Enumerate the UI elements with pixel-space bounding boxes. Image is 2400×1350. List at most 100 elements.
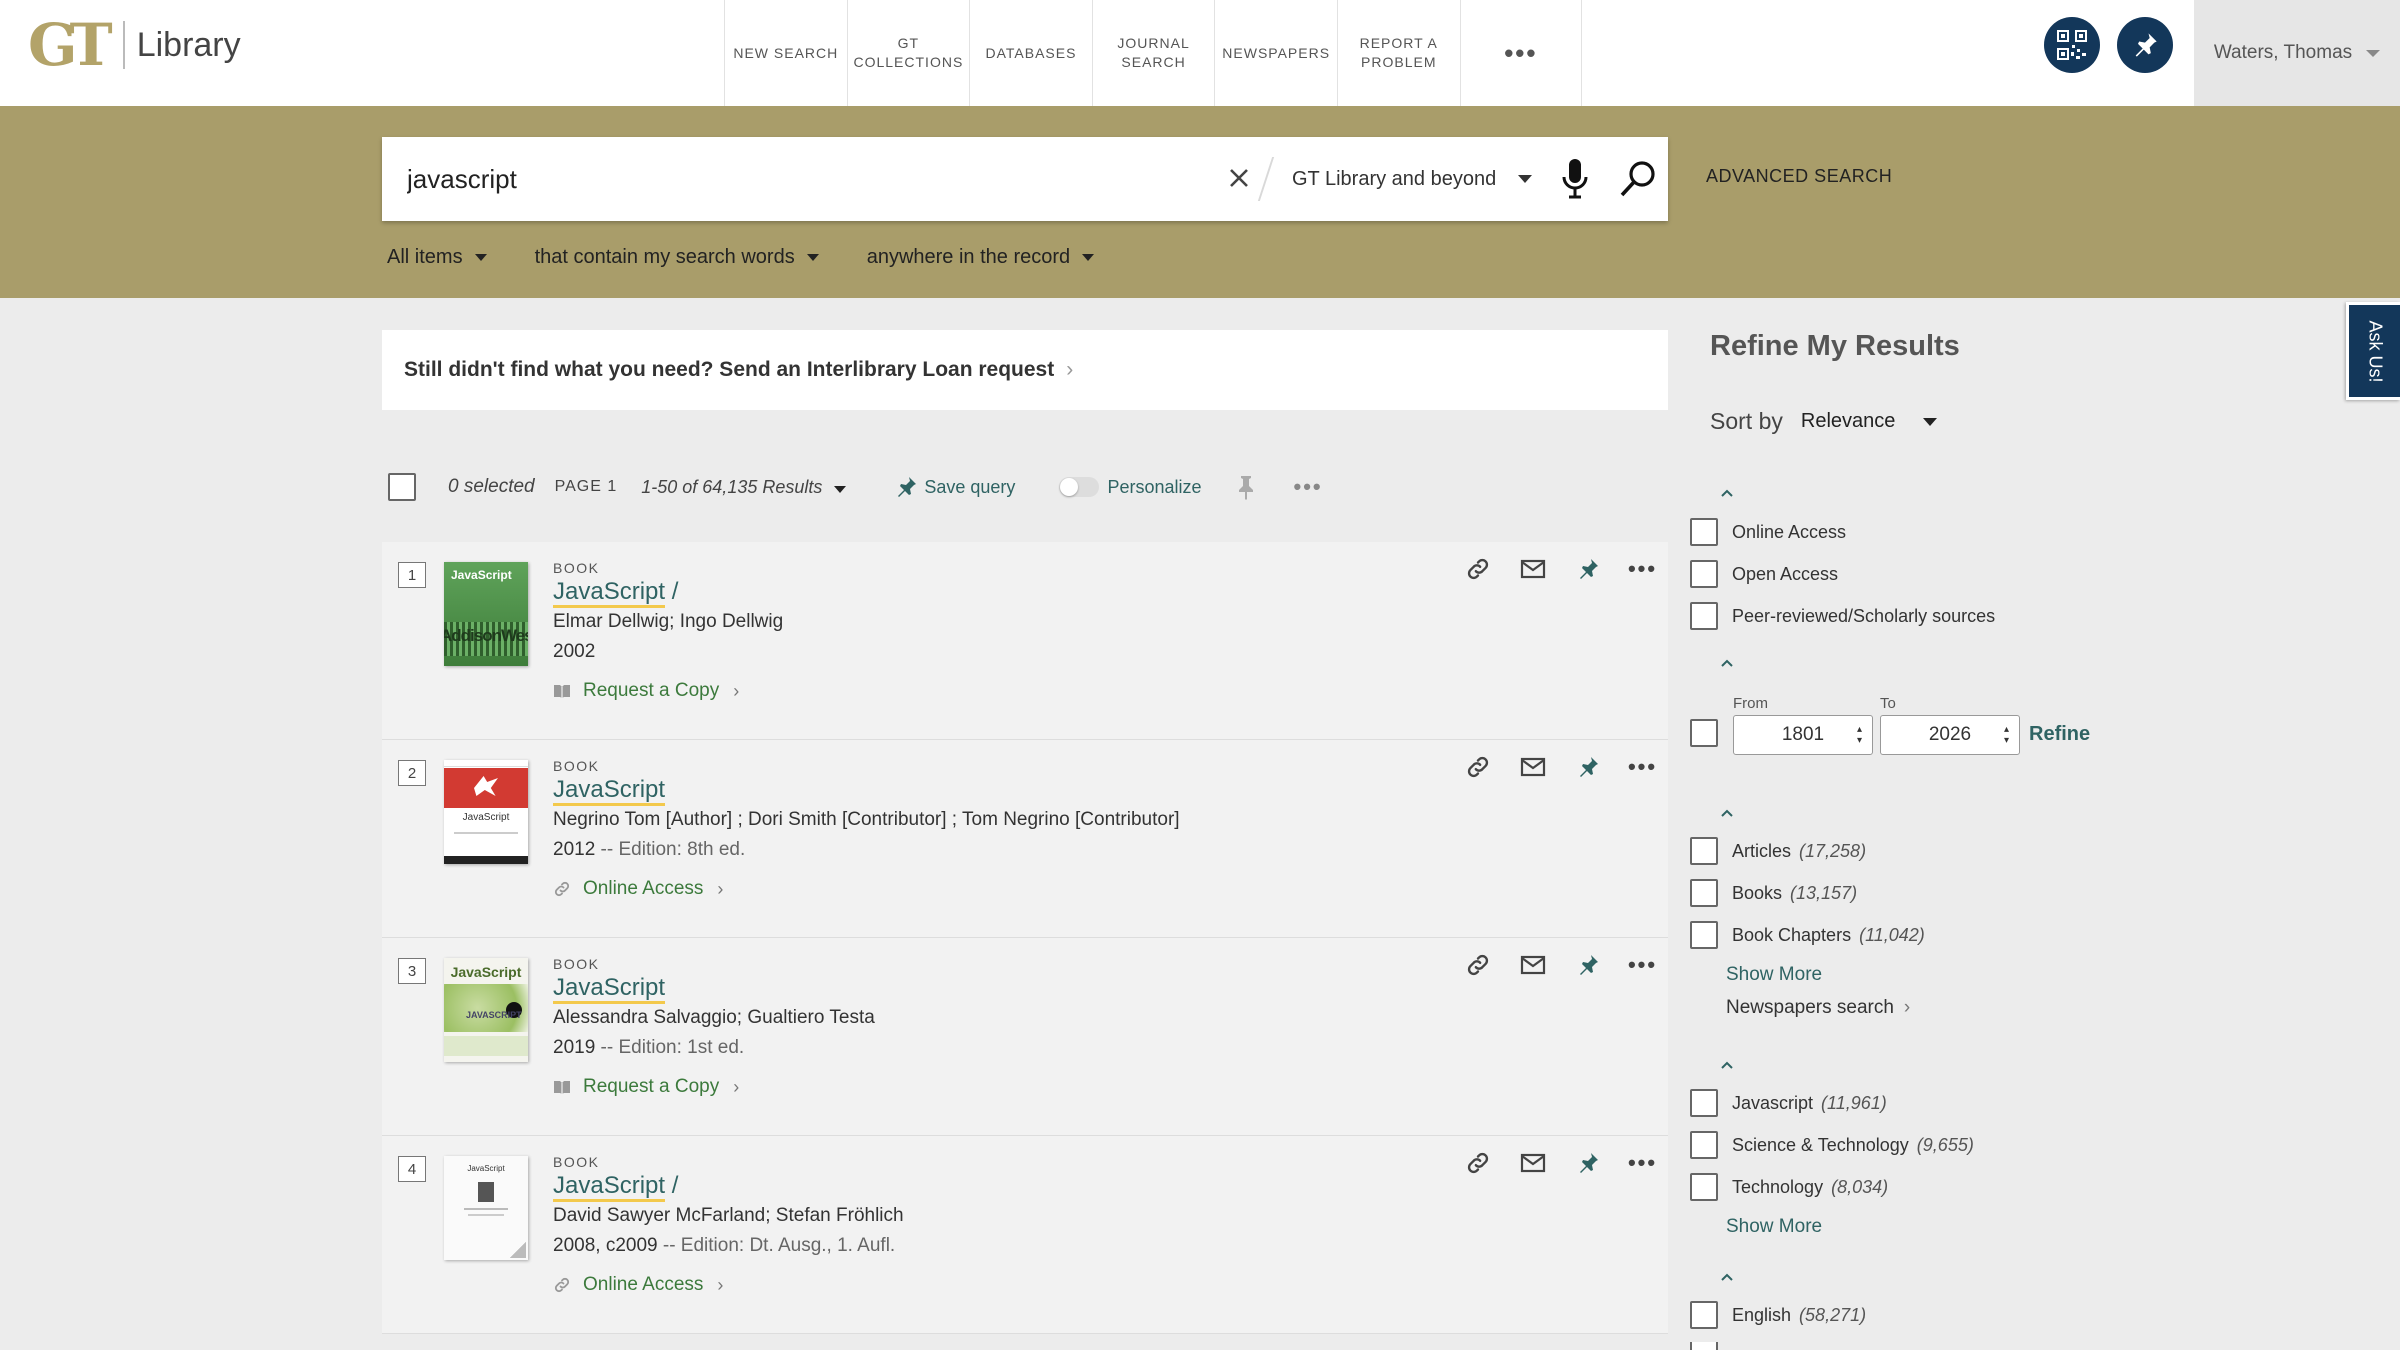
refine-date-button[interactable]: Refine	[2029, 723, 2090, 746]
facet-science-technology[interactable]: Science & Technology (9,655)	[1690, 1131, 1974, 1159]
checkbox[interactable]	[1690, 1342, 1718, 1350]
chevron-up-icon[interactable]	[1720, 656, 1734, 670]
show-more-subjects[interactable]: Show More	[1726, 1216, 1822, 1238]
online-access-link[interactable]: Online Access ›	[553, 1274, 723, 1296]
clear-search-button[interactable]	[1222, 161, 1256, 195]
chevron-up-icon[interactable]	[1720, 1270, 1734, 1284]
permalink-button[interactable]	[1450, 1150, 1505, 1176]
facet-next-language[interactable]	[1690, 1342, 1732, 1350]
select-all-checkbox[interactable]	[388, 473, 416, 501]
top-bar: GT Library NEW SEARCH GT COLLECTIONS DAT…	[0, 0, 2400, 106]
permalink-button[interactable]	[1450, 754, 1505, 780]
stepper-icon[interactable]: ▴ ▾	[2004, 724, 2009, 746]
nav-gt-collections[interactable]: GT COLLECTIONS	[846, 0, 970, 106]
pinned-items-button[interactable]	[2117, 17, 2173, 73]
date-range-checkbox[interactable]	[1690, 719, 1718, 747]
nav-databases[interactable]: DATABASES	[969, 0, 1092, 106]
pin-icon	[898, 477, 917, 497]
search-input[interactable]	[407, 153, 1207, 205]
filter-match-type[interactable]: that contain my search words	[535, 246, 819, 269]
save-query-button[interactable]: Save query	[894, 475, 1015, 499]
advanced-search-link[interactable]: ADVANCED SEARCH	[1706, 166, 1892, 187]
nav-report-problem[interactable]: REPORT A PROBLEM	[1336, 0, 1460, 106]
checkbox[interactable]	[1690, 1089, 1718, 1117]
facet-articles[interactable]: Articles (17,258)	[1690, 837, 1866, 865]
facet-javascript[interactable]: Javascript (11,961)	[1690, 1089, 1887, 1117]
facet-book-chapters[interactable]: Book Chapters (11,042)	[1690, 921, 1925, 949]
chevron-up-icon[interactable]	[1720, 486, 1734, 500]
book-cover-thumbnail[interactable]: JavaScript	[444, 1156, 528, 1260]
nav-newspapers[interactable]: NEWSPAPERS	[1214, 0, 1337, 106]
personalize-toggle[interactable]	[1059, 477, 1100, 497]
show-more-resource-types[interactable]: Show More	[1726, 964, 1822, 986]
search-filters: All items that contain my search words a…	[387, 246, 1142, 269]
pin-results-button[interactable]	[1236, 474, 1256, 500]
qr-code-button[interactable]	[2044, 17, 2100, 73]
stepper-icon[interactable]: ▴ ▾	[1857, 724, 1862, 746]
result-number: 2	[398, 760, 426, 786]
book-cover-thumbnail[interactable]: JavaScript AddisonWesley	[444, 562, 528, 666]
to-year-input[interactable]: 2026 ▴ ▾	[1880, 715, 2020, 755]
email-button[interactable]	[1505, 954, 1560, 976]
checkbox[interactable]	[1690, 602, 1718, 630]
ask-us-tab[interactable]: Ask Us!	[2346, 302, 2400, 400]
pin-record-button[interactable]	[1560, 1151, 1615, 1175]
facet-online-access[interactable]: Online Access	[1690, 518, 1846, 546]
sort-select[interactable]: Relevance	[1801, 410, 1896, 433]
search-button[interactable]	[1618, 159, 1658, 199]
pin-record-button[interactable]	[1560, 953, 1615, 977]
permalink-button[interactable]	[1450, 556, 1505, 582]
checkbox[interactable]	[1690, 560, 1718, 588]
chevron-up-icon[interactable]	[1720, 1058, 1734, 1072]
facet-english[interactable]: English (58,271)	[1690, 1301, 1866, 1329]
nav-more-button[interactable]: •••	[1459, 0, 1583, 106]
newspapers-search-link[interactable]: Newspapers search ›	[1726, 997, 1910, 1019]
email-button[interactable]	[1505, 756, 1560, 778]
checkbox[interactable]	[1690, 837, 1718, 865]
link-icon	[554, 881, 570, 897]
facet-peer-reviewed[interactable]: Peer-reviewed/Scholarly sources	[1690, 602, 1995, 630]
search-scope-select[interactable]: GT Library and beyond	[1292, 137, 1533, 221]
checkbox[interactable]	[1690, 1131, 1718, 1159]
nav-new-search[interactable]: NEW SEARCH	[724, 0, 847, 106]
user-menu[interactable]: Waters, Thomas	[2194, 0, 2400, 106]
library-logo[interactable]: GT Library	[28, 16, 241, 74]
facet-open-access[interactable]: Open Access	[1690, 560, 1838, 588]
facet-books[interactable]: Books (13,157)	[1690, 879, 1857, 907]
book-cover-thumbnail[interactable]: JavaScript JAVASCRIPT	[444, 958, 528, 1062]
permalink-button[interactable]	[1450, 952, 1505, 978]
facet-technology[interactable]: Technology (8,034)	[1690, 1173, 1888, 1201]
checkbox[interactable]	[1690, 1173, 1718, 1201]
email-button[interactable]	[1505, 1152, 1560, 1174]
result-more-button[interactable]: •••	[1615, 556, 1670, 582]
pin-record-button[interactable]	[1560, 755, 1615, 779]
result-more-button[interactable]: •••	[1615, 1150, 1670, 1176]
result-title[interactable]: JavaScript /	[553, 578, 678, 608]
book-cover-thumbnail[interactable]: JavaScript	[444, 760, 528, 864]
nav-journal-search[interactable]: JOURNAL SEARCH	[1091, 0, 1215, 106]
result-title[interactable]: JavaScript	[553, 974, 666, 1004]
result-more-button[interactable]: •••	[1615, 754, 1670, 780]
pin-record-button[interactable]	[1560, 557, 1615, 581]
result-more-button[interactable]: •••	[1615, 952, 1670, 978]
checkbox[interactable]	[1690, 1301, 1718, 1329]
more-actions-button[interactable]: •••	[1294, 474, 1323, 500]
link-icon	[1467, 558, 1488, 580]
result-title[interactable]: JavaScript	[553, 776, 666, 806]
filter-material-type[interactable]: All items	[387, 246, 487, 269]
online-access-link[interactable]: Online Access ›	[553, 878, 723, 900]
filter-search-field[interactable]: anywhere in the record	[867, 246, 1095, 269]
email-button[interactable]	[1505, 558, 1560, 580]
checkbox[interactable]	[1690, 879, 1718, 907]
interlibrary-loan-link[interactable]: Still didn't find what you need? Send an…	[382, 330, 1668, 410]
result-title[interactable]: JavaScript /	[553, 1172, 678, 1202]
request-copy-link[interactable]: Request a Copy ›	[553, 680, 739, 702]
results-count-dropdown[interactable]: 1-50 of 64,135 Results	[641, 477, 847, 498]
checkbox[interactable]	[1690, 518, 1718, 546]
request-copy-link[interactable]: Request a Copy ›	[553, 1076, 739, 1098]
chevron-up-icon[interactable]	[1720, 806, 1734, 820]
voice-search-button[interactable]	[1558, 157, 1592, 201]
personalize-label[interactable]: Personalize	[1095, 477, 1201, 498]
from-year-input[interactable]: 1801 ▴ ▾	[1733, 715, 1873, 755]
checkbox[interactable]	[1690, 921, 1718, 949]
